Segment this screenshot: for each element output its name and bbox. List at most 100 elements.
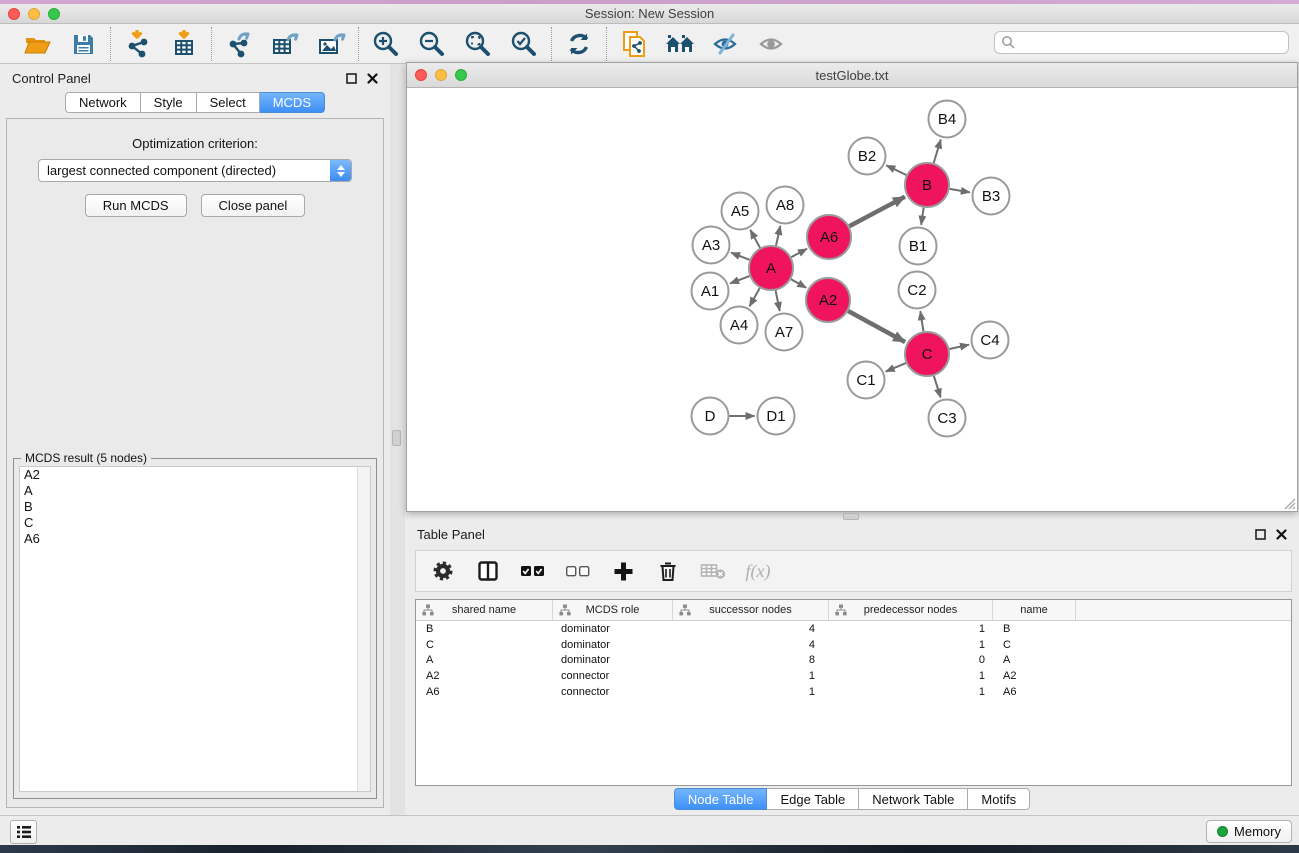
edge-A-A7[interactable] [776, 291, 780, 311]
edge-A-A4[interactable] [750, 288, 760, 306]
cell-mcds-role[interactable]: dominator [553, 639, 673, 651]
cell-name[interactable]: C [993, 639, 1076, 651]
cell-successor-nodes[interactable]: 4 [673, 639, 829, 651]
memory-button[interactable]: Memory [1206, 820, 1292, 843]
save-session-button[interactable] [68, 29, 98, 59]
zoom-in-button[interactable] [371, 29, 401, 59]
result-item-b[interactable]: B [20, 499, 370, 515]
cell-successor-nodes[interactable]: 1 [673, 670, 829, 682]
cell-predecessor-nodes[interactable]: 1 [829, 639, 993, 651]
edge-A-A8[interactable] [776, 226, 780, 246]
edge-A6-B[interactable] [849, 197, 905, 227]
cell-name[interactable]: A [993, 654, 1076, 666]
close-panel-icon[interactable] [1276, 529, 1287, 540]
vertical-split-handle[interactable] [392, 430, 401, 446]
column-header-successor-nodes[interactable]: successor nodes [673, 600, 829, 620]
tab-network-table[interactable]: Network Table [859, 788, 968, 810]
tab-network[interactable]: Network [65, 92, 141, 113]
hide-graphics-details-button[interactable] [711, 29, 741, 59]
node-A2[interactable]: A2 [806, 278, 850, 322]
resize-grip-icon[interactable] [1283, 497, 1296, 510]
tab-mcds[interactable]: MCDS [260, 92, 325, 113]
cell-mcds-role[interactable]: connector [553, 670, 673, 682]
table-row[interactable]: A2connector11A2 [416, 668, 1291, 684]
column-header-name[interactable]: name [993, 600, 1076, 620]
table-row[interactable]: Adominator80A [416, 652, 1291, 668]
result-item-a[interactable]: A [20, 483, 370, 499]
zoom-selected-button[interactable] [509, 29, 539, 59]
network-canvas[interactable]: AA1A2A3A4A5A6A7A8BB1B2B3B4CC1C2C3C4DD1 [407, 88, 1297, 511]
node-A3[interactable]: A3 [693, 227, 730, 264]
cell-mcds-role[interactable]: dominator [553, 623, 673, 635]
node-A1[interactable]: A1 [692, 273, 729, 310]
cell-mcds-role[interactable]: connector [553, 686, 673, 698]
select-all-columns-button[interactable] [520, 558, 546, 584]
close-panel-icon[interactable] [367, 73, 378, 84]
cell-mcds-role[interactable]: dominator [553, 654, 673, 666]
tab-select[interactable]: Select [197, 92, 260, 113]
edge-C-C2[interactable] [920, 311, 923, 331]
import-table-button[interactable] [169, 29, 199, 59]
node-B1[interactable]: B1 [900, 228, 937, 265]
float-panel-icon[interactable] [1255, 529, 1266, 540]
cell-successor-nodes[interactable]: 8 [673, 654, 829, 666]
table-row[interactable]: Bdominator41B [416, 621, 1291, 637]
duplicate-network-button[interactable] [619, 29, 649, 59]
node-A8[interactable]: A8 [767, 187, 804, 224]
result-item-c[interactable]: C [20, 515, 370, 531]
cell-predecessor-nodes[interactable]: 1 [829, 623, 993, 635]
cell-shared-name[interactable]: C [416, 639, 553, 651]
node-D1[interactable]: D1 [758, 398, 795, 435]
column-header-shared-name[interactable]: shared name [416, 600, 553, 620]
result-item-a2[interactable]: A2 [20, 467, 370, 483]
export-network-button[interactable] [224, 29, 254, 59]
cell-shared-name[interactable]: A2 [416, 670, 553, 682]
zoom-fit-button[interactable] [463, 29, 493, 59]
edge-A2-C[interactable] [848, 311, 905, 342]
deselect-all-columns-button[interactable] [565, 558, 591, 584]
export-image-button[interactable] [316, 29, 346, 59]
edge-B-B2[interactable] [886, 165, 906, 175]
edge-A-A5[interactable] [750, 230, 760, 248]
tab-motifs[interactable]: Motifs [968, 788, 1030, 810]
cell-shared-name[interactable]: A6 [416, 686, 553, 698]
node-C3[interactable]: C3 [929, 400, 966, 437]
cell-predecessor-nodes[interactable]: 0 [829, 654, 993, 666]
float-panel-icon[interactable] [346, 73, 357, 84]
node-B[interactable]: B [905, 163, 949, 207]
show-graphics-details-button[interactable] [757, 29, 787, 59]
show-columns-button[interactable] [475, 558, 501, 584]
import-network-button[interactable] [123, 29, 153, 59]
node-A4[interactable]: A4 [721, 307, 758, 344]
delete-column-button[interactable] [655, 558, 681, 584]
node-B4[interactable]: B4 [929, 101, 966, 138]
node-A7[interactable]: A7 [766, 314, 803, 351]
edge-C-C3[interactable] [934, 376, 941, 398]
node-B2[interactable]: B2 [849, 138, 886, 175]
edge-C-C4[interactable] [949, 345, 969, 349]
node-C2[interactable]: C2 [899, 272, 936, 309]
edge-B-B4[interactable] [934, 140, 941, 163]
cell-name[interactable]: B [993, 623, 1076, 635]
node-C1[interactable]: C1 [848, 362, 885, 399]
edge-C-C1[interactable] [886, 363, 906, 372]
table-row[interactable]: Cdominator41C [416, 637, 1291, 653]
edge-A-A3[interactable] [731, 253, 749, 260]
open-session-button[interactable] [22, 29, 52, 59]
cell-name[interactable]: A6 [993, 686, 1076, 698]
result-scrollbar[interactable] [357, 467, 370, 791]
criterion-dropdown[interactable]: largest connected component (directed) [38, 159, 352, 182]
tab-style[interactable]: Style [141, 92, 197, 113]
horizontal-split-handle[interactable] [843, 513, 859, 520]
edge-A-A2[interactable] [791, 279, 806, 288]
result-item-a6[interactable]: A6 [20, 531, 370, 547]
edge-B-B3[interactable] [950, 189, 970, 192]
node-A5[interactable]: A5 [722, 193, 759, 230]
cell-successor-nodes[interactable]: 4 [673, 623, 829, 635]
task-history-button[interactable] [10, 820, 37, 844]
zoom-out-button[interactable] [417, 29, 447, 59]
table-row[interactable]: A6connector11A6 [416, 684, 1291, 700]
cell-shared-name[interactable]: B [416, 623, 553, 635]
node-A6[interactable]: A6 [807, 215, 851, 259]
column-header-predecessor-nodes[interactable]: predecessor nodes [829, 600, 993, 620]
